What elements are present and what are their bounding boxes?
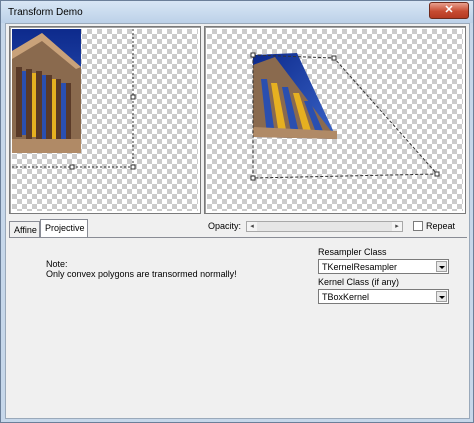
destination-image-panel[interactable]: [204, 26, 466, 214]
resize-handle[interactable]: [69, 164, 75, 170]
resampler-class-value: TKernelResampler: [322, 262, 398, 272]
kernel-class-value: TBoxKernel: [322, 292, 370, 302]
kernel-class-select[interactable]: TBoxKernel: [318, 289, 449, 304]
source-image-panel[interactable]: [9, 26, 201, 214]
repeat-label: Repeat: [426, 221, 456, 231]
opacity-label: Opacity:: [208, 221, 242, 231]
repeat-checkbox[interactable]: [413, 221, 423, 231]
tab-affine[interactable]: Affine: [9, 221, 40, 237]
opacity-slider[interactable]: ◂ ▸: [246, 221, 403, 232]
resampler-class-select[interactable]: TKernelResampler: [318, 259, 449, 274]
destination-image-canvas: [250, 52, 440, 181]
resampler-class-label: Resampler Class: [318, 247, 387, 257]
corner-handle[interactable]: [250, 52, 256, 58]
window-title: Transform Demo: [8, 7, 83, 18]
close-button[interactable]: ✕: [429, 2, 469, 19]
resize-handle[interactable]: [130, 164, 136, 170]
note-text: Only convex polygons are transormed norm…: [46, 269, 237, 279]
client-area: Opacity: ◂ ▸ Repeat Affine Projective No…: [5, 23, 470, 419]
resize-handle[interactable]: [130, 94, 136, 100]
projective-tab-pane: Note: Only convex polygons are transorme…: [9, 237, 467, 417]
corner-handle[interactable]: [250, 175, 256, 181]
slider-left-arrow[interactable]: ◂: [247, 222, 257, 231]
source-image-canvas: [12, 29, 136, 170]
tab-projective[interactable]: Projective: [40, 219, 88, 237]
kernel-class-label: Kernel Class (if any): [318, 277, 400, 287]
corner-handle[interactable]: [434, 171, 440, 177]
title-bar[interactable]: Transform Demo ✕: [1, 1, 473, 23]
projected-photo: [253, 53, 337, 139]
slider-right-arrow[interactable]: ▸: [392, 222, 402, 231]
chevron-down-icon[interactable]: [436, 291, 447, 302]
note-title: Note:: [46, 259, 68, 269]
app-window: Transform Demo ✕ Opacity: ◂ ▸ Repeat Aff…: [0, 0, 474, 423]
building-photo: [12, 29, 81, 153]
chevron-down-icon[interactable]: [436, 261, 447, 272]
corner-handle[interactable]: [331, 55, 337, 61]
